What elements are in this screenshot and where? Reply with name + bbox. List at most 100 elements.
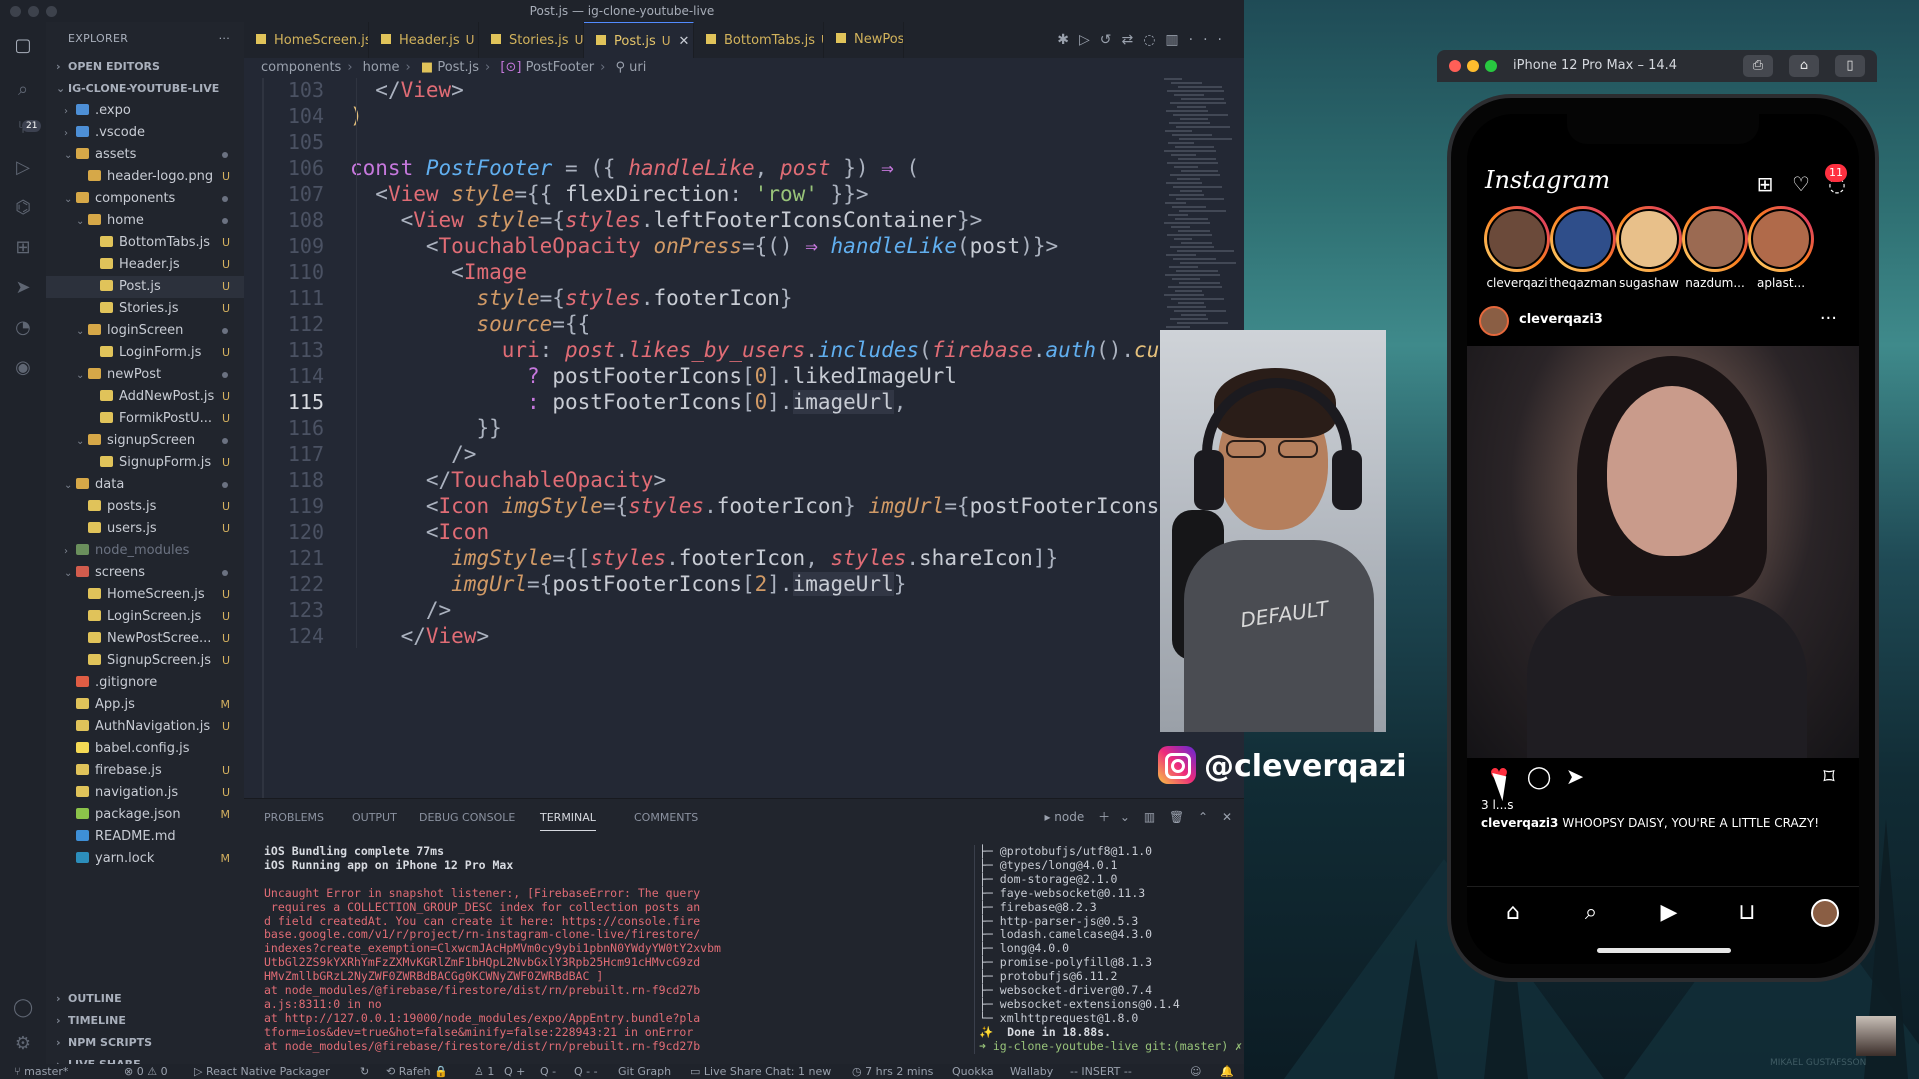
tab-post[interactable]: Post.js U ✕ xyxy=(584,22,694,58)
file-tree-item[interactable]: ⌄ newPost xyxy=(46,364,244,386)
history-icon[interactable]: ↺ xyxy=(1100,32,1122,48)
reels-tab-icon[interactable]: ▶ xyxy=(1655,899,1683,927)
live-share-chat-item[interactable]: ▭ Live Share Chat: 1 new xyxy=(690,1064,831,1079)
settings-gear-icon[interactable]: ⚙ xyxy=(13,1034,33,1054)
file-tree-item[interactable]: › .expo xyxy=(46,100,244,122)
story-item[interactable]: cleverqazi xyxy=(1481,206,1553,290)
wallaby-item[interactable]: Wallaby xyxy=(1010,1064,1053,1079)
project-section[interactable]: ⌄ IG-CLONE-YOUTUBE-LIVE xyxy=(46,78,244,100)
window-close-button[interactable] xyxy=(10,6,21,17)
story-item[interactable]: nazdum... xyxy=(1679,206,1751,290)
file-tree-item[interactable]: Header.js U xyxy=(46,254,244,276)
file-tree-item[interactable]: posts.js U xyxy=(46,496,244,518)
new-terminal-icon[interactable]: ＋ xyxy=(1098,810,1110,824)
file-tree-item[interactable]: ⌄ assets xyxy=(46,144,244,166)
npm-scripts-section[interactable]: › NPM SCRIPTS xyxy=(46,1032,244,1054)
file-tree-item[interactable]: ⌄ signupScreen xyxy=(46,430,244,452)
file-tree-item[interactable]: package.json M xyxy=(46,804,244,826)
breadcrumb-item[interactable]: Post.js xyxy=(437,60,479,75)
share-icon[interactable]: ➤ xyxy=(1561,764,1589,792)
wakatime-item[interactable]: ◷ 7 hrs 2 mins xyxy=(852,1064,933,1079)
tab-output[interactable]: OUTPUT xyxy=(352,811,397,824)
problems-indicator[interactable]: ⊗ 0 ⚠ 0 xyxy=(124,1064,168,1079)
post-username[interactable]: cleverqazi3 xyxy=(1519,312,1603,327)
window-minimize-button[interactable] xyxy=(28,6,39,17)
simulator-minimize-button[interactable] xyxy=(1467,60,1479,72)
file-tree-item[interactable]: ⌄ components xyxy=(46,188,244,210)
timeline-section[interactable]: › TIMELINE xyxy=(46,1010,244,1032)
file-tree-item[interactable]: navigation.js U xyxy=(46,782,244,804)
file-tree-item[interactable]: ⌄ data xyxy=(46,474,244,496)
live-share-user[interactable]: ⟲ Rafeh 🔒 xyxy=(386,1064,448,1079)
terminal-output-right[interactable]: ├─ @protobufjs/utf8@1.1.0 ├─ @types/long@… xyxy=(974,844,1242,1054)
file-tree-item[interactable]: SignupScreen.js U xyxy=(46,650,244,672)
tab-newpostscreen[interactable]: NewPostS xyxy=(824,22,904,58)
caption-username[interactable]: cleverqazi3 xyxy=(1481,816,1558,830)
search-icon[interactable]: ⌕ xyxy=(13,80,33,100)
simulator-close-button[interactable] xyxy=(1449,60,1461,72)
file-tree-item[interactable]: FormikPostU... U xyxy=(46,408,244,430)
split-editor-icon[interactable]: ▥ xyxy=(1165,32,1188,48)
account-icon[interactable]: ◯ xyxy=(13,998,33,1018)
story-item[interactable]: theqazman xyxy=(1547,206,1619,290)
file-tree-item[interactable]: yarn.lock M xyxy=(46,848,244,870)
file-tree-item[interactable]: BottomTabs.js U xyxy=(46,232,244,254)
shop-tab-icon[interactable]: ⊔ xyxy=(1733,899,1761,927)
file-tree-item[interactable]: users.js U xyxy=(46,518,244,540)
file-tree-item[interactable]: AuthNavigation.js U xyxy=(46,716,244,738)
breadcrumb-item[interactable]: PostFooter xyxy=(526,60,595,75)
profile-tab-avatar[interactable] xyxy=(1811,899,1839,927)
file-tree-item[interactable]: header-logo.png U xyxy=(46,166,244,188)
pin-icon[interactable]: ✱ xyxy=(1057,32,1079,48)
story-item[interactable]: sugashaw xyxy=(1613,206,1685,290)
breadcrumb-item[interactable]: home xyxy=(363,60,400,75)
live-share-icon[interactable]: ➤ xyxy=(13,278,33,298)
home-tab-icon[interactable]: ⌂ xyxy=(1499,899,1527,927)
tab-homescreen[interactable]: HomeScreen.jsU xyxy=(244,22,369,58)
remote-explorer-icon[interactable]: ⌬ xyxy=(13,198,33,218)
feedback-icon[interactable]: ☺ xyxy=(1190,1064,1201,1079)
file-tree-item[interactable]: babel.config.js xyxy=(46,738,244,760)
file-tree-item[interactable]: Stories.js U xyxy=(46,298,244,320)
file-tree-item[interactable]: › .vscode xyxy=(46,122,244,144)
more-options-icon[interactable]: ··· xyxy=(1820,308,1837,329)
screenshot-icon[interactable]: ⎙ xyxy=(1743,55,1773,77)
q-minus-minus-item[interactable]: Q - - xyxy=(574,1064,598,1079)
window-maximize-button[interactable] xyxy=(46,6,57,17)
bookmark-icon[interactable]: ⌑ xyxy=(1815,764,1843,792)
tab-comments[interactable]: COMMENTS xyxy=(634,811,698,824)
breadcrumb-item[interactable]: uri xyxy=(629,60,646,75)
file-tree-item[interactable]: firebase.js U xyxy=(46,760,244,782)
file-tree-item[interactable]: NewPostScree... U xyxy=(46,628,244,650)
home-icon[interactable]: ⌂ xyxy=(1789,55,1819,77)
maximize-panel-icon[interactable]: ⌃ xyxy=(1198,810,1208,824)
post-image[interactable] xyxy=(1467,346,1859,758)
tab-stories[interactable]: Stories.js U xyxy=(479,22,584,58)
quokka-item[interactable]: Quokka xyxy=(952,1064,994,1079)
compare-icon[interactable]: ⇄ xyxy=(1121,32,1143,48)
add-post-icon[interactable]: ⊞ xyxy=(1753,172,1777,196)
code-editor[interactable]: 103 104 105 106 107 108 109 110 111 112 113 114 115 1… xyxy=(244,78,1244,798)
shell-selector[interactable]: node xyxy=(1054,810,1084,824)
terminal-output-left[interactable]: iOS Bundling complete 77ms iOS Running ap… xyxy=(264,844,954,1054)
simulator-zoom-button[interactable] xyxy=(1485,60,1497,72)
file-tree-item[interactable]: LoginScreen.js U xyxy=(46,606,244,628)
post-avatar[interactable] xyxy=(1479,306,1509,336)
git-graph-item[interactable]: Git Graph xyxy=(618,1064,671,1079)
github-icon[interactable]: ◉ xyxy=(13,358,33,378)
files-icon[interactable]: ▢ xyxy=(13,36,33,56)
rotate-icon[interactable]: ▯ xyxy=(1835,55,1865,77)
file-tree-item[interactable]: LoginForm.js U xyxy=(46,342,244,364)
outline-section[interactable]: › OUTLINE xyxy=(46,988,244,1010)
bell-icon[interactable]: 🔔 xyxy=(1220,1064,1234,1079)
heart-icon[interactable]: ♡ xyxy=(1789,172,1813,196)
run-debug-icon[interactable]: ▷ xyxy=(13,158,33,178)
file-tree-item[interactable]: HomeScreen.js U xyxy=(46,584,244,606)
run-icon[interactable]: ▷ xyxy=(1079,32,1100,48)
open-editors-section[interactable]: › OPEN EDITORS xyxy=(46,56,244,78)
close-panel-icon[interactable]: ✕ xyxy=(1222,810,1232,824)
comment-icon[interactable]: ◌ xyxy=(1143,32,1165,48)
file-tree-item[interactable]: AddNewPost.js U xyxy=(46,386,244,408)
comment-icon[interactable]: ◯ xyxy=(1525,764,1553,792)
split-terminal-icon[interactable]: ▥ xyxy=(1144,810,1155,824)
